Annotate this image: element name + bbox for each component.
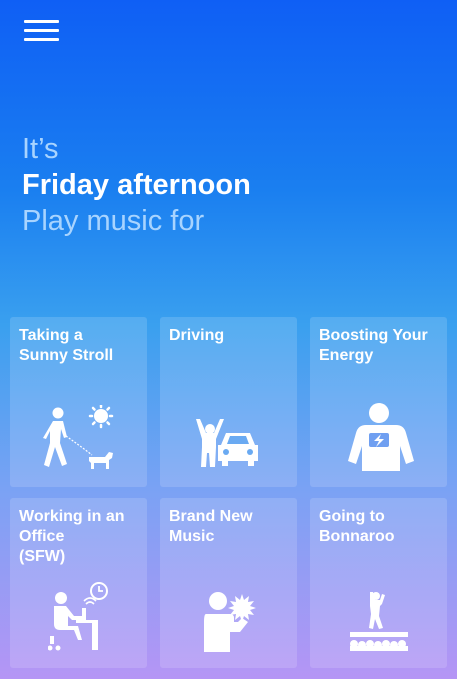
office-worker-icon xyxy=(47,582,108,651)
activity-card-label: Driving xyxy=(169,327,225,344)
greeting-prompt: Play music for xyxy=(22,205,205,237)
activity-card-boosting-energy[interactable]: Boosting Your Energy xyxy=(310,317,447,487)
activity-card-driving[interactable]: Driving xyxy=(160,317,297,487)
activity-card-office[interactable]: Working in an Office (SFW) xyxy=(10,498,147,668)
activity-card-label: Brand New Music xyxy=(169,508,253,545)
menu-bar-middle xyxy=(24,29,59,32)
greeting-time-of-day: Friday afternoon xyxy=(22,169,251,201)
activity-card-label: Taking a Sunny Stroll xyxy=(19,327,114,364)
activity-card-brand-new-music[interactable]: Brand New Music xyxy=(160,498,297,668)
activity-grid: Taking a Sunny Stroll Driving Boosting Y… xyxy=(10,317,447,668)
activity-card-bonnaroo[interactable]: Going to Bonnaroo xyxy=(310,498,447,668)
activity-card-label: Boosting Your Energy xyxy=(319,327,428,364)
concert-stage-icon xyxy=(349,592,408,651)
walking-dog-sun-icon xyxy=(42,405,113,469)
energy-person-icon xyxy=(347,403,414,471)
menu-bar-top xyxy=(24,20,59,23)
car-person-icon xyxy=(195,419,258,467)
greeting: It’s Friday afternoon Play music for xyxy=(22,131,251,239)
menu-bar-bottom xyxy=(24,38,59,41)
new-music-person-icon xyxy=(203,592,256,652)
hamburger-menu-icon[interactable] xyxy=(24,20,59,41)
activity-card-sunny-stroll[interactable]: Taking a Sunny Stroll xyxy=(10,317,147,487)
greeting-line-its: It’s xyxy=(22,133,59,165)
activity-card-label: Going to Bonnaroo xyxy=(319,508,395,545)
activity-card-label: Working in an Office (SFW) xyxy=(19,508,125,565)
